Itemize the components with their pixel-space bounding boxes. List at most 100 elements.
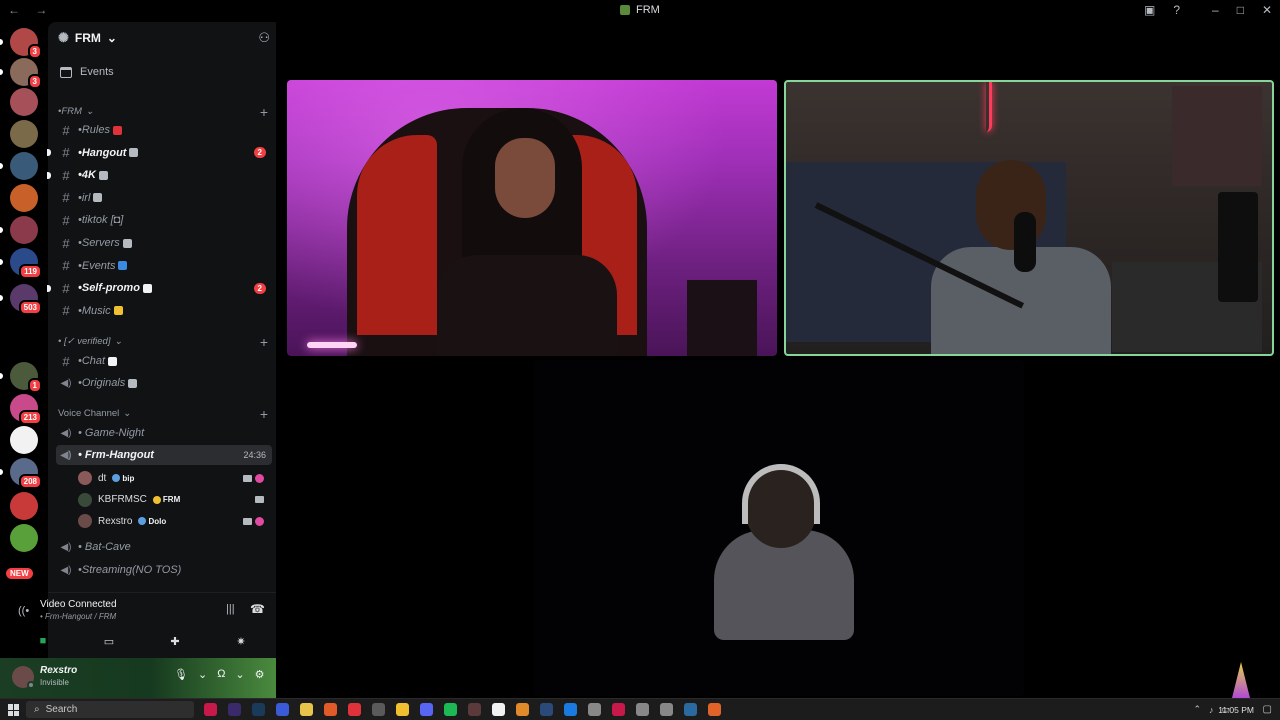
server-icon[interactable]: 3	[10, 28, 42, 59]
guild-header[interactable]: ✺ FRM ⌄	[58, 30, 117, 46]
inbox-icon[interactable]: ▣	[1144, 3, 1155, 17]
channel-name: •Chat	[78, 355, 106, 367]
clock[interactable]: 11:05 PM	[1218, 705, 1254, 715]
speaker-icon: ◀)	[60, 449, 72, 461]
disconnect-icon[interactable]: ☎	[250, 602, 265, 616]
taskbar-app-icon[interactable]	[396, 703, 409, 716]
settings-gear-icon[interactable]: ⚙	[255, 668, 265, 681]
close-icon[interactable]: ✕	[1262, 3, 1272, 17]
server-icon[interactable]: 208	[10, 458, 42, 489]
headphones-icon[interactable]: Ω	[217, 668, 225, 681]
volume-icon[interactable]: ♪	[1209, 705, 1214, 715]
voice-status-subtitle[interactable]: • Frm-Hangout / FRM	[40, 612, 116, 621]
minimize-icon[interactable]: –	[1212, 3, 1219, 17]
server-icon[interactable]: 3	[10, 58, 42, 89]
taskbar-app-icon[interactable]	[420, 703, 433, 716]
pc-tower	[1218, 192, 1258, 302]
taskbar-app-icon[interactable]	[516, 703, 529, 716]
invite-people-icon[interactable]: ⚇	[258, 30, 270, 46]
noise-suppression-icon[interactable]: |||	[226, 603, 235, 615]
server-icon[interactable]: 119	[10, 248, 42, 279]
screen-share-icon[interactable]: ▭	[87, 631, 131, 651]
channel-rules[interactable]: # •Rules	[56, 120, 272, 140]
chevron-up-icon[interactable]: ⌃	[1193, 704, 1201, 715]
voice-member[interactable]: KBFRMSC FRM	[78, 490, 272, 510]
taskbar-app-icon[interactable]	[252, 703, 265, 716]
voice-status-title[interactable]: Video Connected	[40, 599, 117, 610]
taskbar-app-icon[interactable]	[588, 703, 601, 716]
video-tile-participant-1[interactable]	[287, 80, 777, 356]
taskbar-app-icon[interactable]	[204, 703, 217, 716]
avatar[interactable]	[12, 666, 35, 689]
category-voice-channel[interactable]: Voice Channel ⌄	[58, 408, 131, 419]
category-frm[interactable]: •FRM ⌄	[58, 106, 94, 117]
events-item[interactable]: Events	[60, 66, 114, 78]
server-icon[interactable]	[10, 88, 38, 116]
channel-servers[interactable]: # •Servers	[56, 233, 272, 253]
chevron-down-icon[interactable]: ⌄	[198, 668, 207, 681]
microphone-icon[interactable]: 🎙︎	[174, 668, 188, 681]
taskbar-app-icon[interactable]	[468, 703, 481, 716]
channel-originals[interactable]: ◀) •Originals	[56, 373, 272, 393]
help-icon[interactable]: ?	[1173, 3, 1180, 17]
channel-chat[interactable]: # •Chat	[56, 351, 272, 371]
video-tile-participant-3[interactable]	[534, 360, 1024, 696]
taskbar-app-icon[interactable]	[708, 703, 721, 716]
taskbar-app-icon[interactable]	[492, 703, 505, 716]
channel-music[interactable]: # •Music	[56, 301, 272, 321]
windows-start-icon[interactable]	[8, 704, 20, 716]
server-icon[interactable]: 503	[10, 284, 42, 315]
server-icon[interactable]	[10, 184, 38, 212]
server-icon[interactable]	[10, 492, 38, 520]
chevron-down-icon[interactable]: ⌄	[235, 668, 244, 681]
taskbar-app-icon[interactable]	[684, 703, 697, 716]
create-channel-icon[interactable]: +	[260, 335, 268, 349]
taskbar-app-icon[interactable]	[660, 703, 673, 716]
notification-icon[interactable]: ▢	[1263, 704, 1272, 715]
channel-hangout[interactable]: # •Hangout 2	[47, 143, 272, 163]
camera-icon[interactable]: ■	[21, 631, 65, 651]
channel-irl[interactable]: # •irl	[56, 188, 272, 208]
taskbar-app-icon[interactable]	[348, 703, 361, 716]
video-tile-participant-2-speaking[interactable]	[784, 80, 1274, 356]
channel-name: •Originals	[78, 377, 126, 389]
taskbar-search[interactable]: ⌕ Search	[26, 701, 194, 718]
activities-icon[interactable]: ✚	[153, 631, 197, 651]
taskbar-app-icon[interactable]	[324, 703, 337, 716]
channel-tiktok[interactable]: # •tiktok [◘]	[56, 210, 272, 230]
channel-streaming-no-tos[interactable]: ◀) •Streaming(NO TOS)	[56, 560, 272, 580]
taskbar-app-icon[interactable]	[228, 703, 241, 716]
voice-member[interactable]: Rexstro Dolo	[78, 511, 272, 531]
channel-game-night[interactable]: ◀) • Game-Night	[56, 423, 272, 443]
create-channel-icon[interactable]: +	[260, 407, 268, 421]
taskbar-app-icon[interactable]	[636, 703, 649, 716]
channel-4k[interactable]: # •4K	[47, 165, 272, 185]
voice-member[interactable]: dt bip	[78, 468, 272, 488]
taskbar-app-icon[interactable]	[372, 703, 385, 716]
taskbar-app-icon[interactable]	[564, 703, 577, 716]
channel-events[interactable]: # •Events	[56, 256, 272, 276]
soundboard-icon[interactable]: ✷	[219, 631, 263, 651]
maximize-icon[interactable]: □	[1237, 3, 1244, 17]
taskbar-app-icon[interactable]	[612, 703, 625, 716]
server-icon[interactable]	[10, 152, 38, 180]
channel-frm-hangout[interactable]: ◀) • Frm-Hangout 24:36	[56, 445, 272, 465]
taskbar-app-icon[interactable]	[276, 703, 289, 716]
server-icon[interactable]: 1	[10, 362, 42, 393]
back-forward-nav[interactable]: ← →	[8, 3, 53, 17]
server-icon[interactable]	[10, 524, 38, 552]
username[interactable]: Rexstro	[40, 665, 77, 676]
unread-pill	[0, 39, 3, 45]
category-verified[interactable]: • [✓ verified] ⌄	[58, 336, 122, 347]
server-icon[interactable]	[10, 120, 38, 148]
taskbar-app-icon[interactable]	[444, 703, 457, 716]
server-icon[interactable]: 213	[10, 394, 42, 425]
signal-icon[interactable]: ((•	[18, 605, 32, 617]
server-icon[interactable]	[10, 426, 38, 454]
taskbar-app-icon[interactable]	[300, 703, 313, 716]
create-channel-icon[interactable]: +	[260, 105, 268, 119]
server-icon[interactable]	[10, 216, 38, 244]
channel-bat-cave[interactable]: ◀) • Bat-Cave	[56, 537, 272, 557]
channel-self-promo[interactable]: # •Self-promo 2	[47, 278, 272, 298]
taskbar-app-icon[interactable]	[540, 703, 553, 716]
